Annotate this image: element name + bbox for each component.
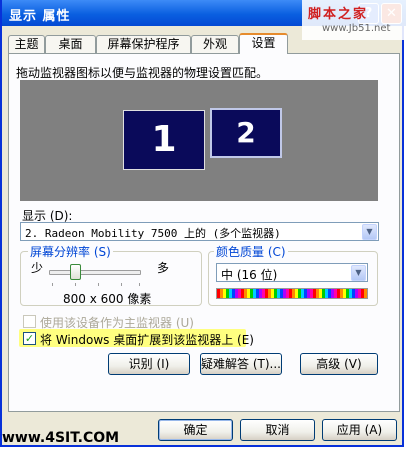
tab-settings[interactable]: 设置 <box>239 33 288 54</box>
slider-tick <box>52 283 53 286</box>
monitor-2-icon[interactable]: 2 <box>210 108 282 158</box>
display-dropdown-value: 2. Radeon Mobility 7500 上的 (多个监视器) <box>25 227 281 240</box>
slider-tick <box>98 283 99 286</box>
apply-button[interactable]: 应用 (A) <box>322 419 397 441</box>
advanced-button[interactable]: 高级 (V) <box>300 353 378 375</box>
color-quality-value: 中 (16 位) <box>221 268 278 282</box>
troubleshoot-button[interactable]: 疑难解答 (T)... <box>200 353 282 375</box>
resolution-value: 800 x 600 像素 <box>63 292 152 306</box>
display-dropdown[interactable]: 2. Radeon Mobility 7500 上的 (多个监视器) ▼ <box>20 222 379 241</box>
watermark-top-brand: 脚本之家 <box>308 7 369 22</box>
primary-monitor-checkbox[interactable] <box>23 315 36 328</box>
color-quality-group-title: 颜色质量 (C) <box>214 243 288 260</box>
tab-themes[interactable]: 主题 <box>8 35 45 53</box>
watermark-top: 脚本之家 www.Jb51.net <box>302 0 408 40</box>
tab-desktop[interactable]: 桌面 <box>45 35 96 53</box>
color-spectrum-bar <box>216 288 368 299</box>
watermark-top-url: www.Jb51.net <box>322 23 391 34</box>
resolution-more-label: 多 <box>157 261 170 275</box>
monitor-arrangement-area[interactable]: 1 2 <box>20 80 378 201</box>
chevron-down-icon[interactable]: ▼ <box>362 224 377 240</box>
cancel-button[interactable]: 取消 <box>240 419 315 441</box>
slider-tick <box>75 283 76 286</box>
resolution-slider-track[interactable] <box>49 270 141 275</box>
monitor-1-icon[interactable]: 1 <box>123 110 205 170</box>
color-quality-dropdown[interactable]: 中 (16 位) ▼ <box>216 263 368 282</box>
identify-button[interactable]: 识别 (I) <box>108 353 190 375</box>
tab-appearance[interactable]: 外观 <box>191 35 239 53</box>
resolution-slider-thumb[interactable] <box>70 264 81 280</box>
resolution-group-title: 屏幕分辨率 (S) <box>28 243 113 260</box>
extend-desktop-checkbox[interactable]: ✓ <box>23 332 36 345</box>
resolution-less-label: 少 <box>31 261 44 275</box>
slider-tick <box>139 283 140 286</box>
watermark-bottom: www.4SIT.COM <box>2 430 120 446</box>
ok-button[interactable]: 确定 <box>158 419 233 441</box>
slider-tick <box>121 283 122 286</box>
window-title: 显示 属性 <box>9 9 71 24</box>
chevron-down-icon[interactable]: ▼ <box>351 265 366 281</box>
extend-desktop-label[interactable]: 将 Windows 桌面扩展到该监视器上 (E) <box>40 331 254 348</box>
instruction-text: 拖动监视器图标以便与监视器的物理设置匹配。 <box>16 66 269 80</box>
tab-screensaver[interactable]: 屏幕保护程序 <box>96 35 191 53</box>
